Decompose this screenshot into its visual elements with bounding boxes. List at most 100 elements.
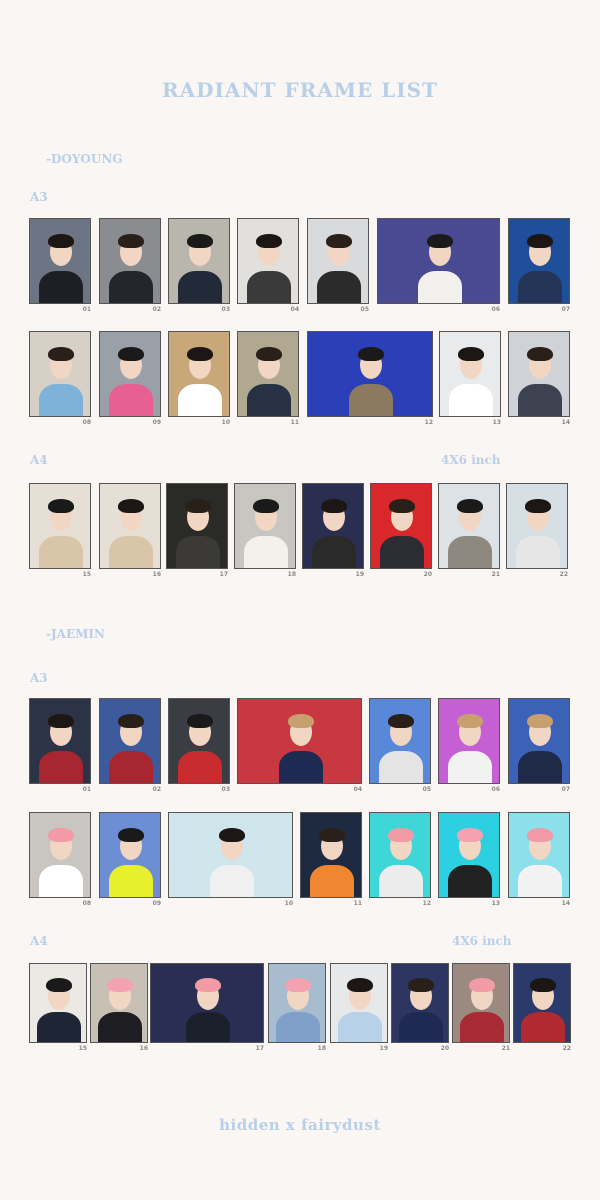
photo-figure-hair [426,233,453,248]
size-label-4x6-doyoung: 4X6 inch [441,453,501,467]
photo-number-label: 14 [561,419,570,426]
photo-figure-body [109,383,153,416]
photo-doyoung-19 [302,483,364,569]
photo-figure-hair [256,233,282,248]
photo-number-label: 22 [559,571,568,578]
photo-figure-hair [358,346,384,361]
photo-number-label: 11 [290,419,299,426]
photo-figure-hair [187,233,213,248]
photo-number-label: 09 [152,900,161,907]
photo-number-label: 06 [491,306,500,313]
photo-figure-body [449,383,493,416]
photo-figure-hair [187,713,213,728]
photo-figure-hair [457,713,483,728]
photo-figure-hair [388,827,414,842]
photo-figure-body [39,270,83,303]
photo-doyoung-03 [168,218,230,304]
photo-figure-body [460,1012,504,1042]
size-label-a4-doyoung: A4 [30,453,48,467]
photo-figure-hair [48,233,74,248]
photo-doyoung-20 [370,483,432,569]
photo-number-label: 12 [422,900,431,907]
photo-number-label: 19 [379,1045,388,1052]
photo-figure-hair [48,827,74,842]
photo-jaemin-01 [29,698,91,784]
photo-number-label: 14 [561,900,570,907]
photo-jaemin-05 [369,698,431,784]
photo-figure-body [37,1012,81,1042]
photo-figure-hair [187,346,213,361]
photo-doyoung-01 [29,218,91,304]
photo-jaemin-04 [237,698,362,784]
photo-doyoung-21 [438,483,500,569]
photo-jaemin-06 [438,698,500,784]
photo-number-label: 22 [562,1045,571,1052]
size-label-4x6-jaemin: 4X6 inch [452,934,512,948]
photo-figure-body [448,750,492,783]
photo-number-label: 21 [501,1045,510,1052]
photo-number-label: 05 [360,306,369,313]
photo-figure-hair [118,233,144,248]
size-label-a3-jaemin: A3 [30,671,48,685]
photo-figure-hair [48,346,74,361]
photo-doyoung-14 [508,331,570,417]
photo-number-label: 08 [82,900,91,907]
photo-number-label: 20 [440,1045,449,1052]
photo-jaemin-12 [369,812,431,898]
photo-number-label: 13 [492,419,501,426]
photo-figure-body [39,383,83,416]
photo-doyoung-07 [508,218,570,304]
photo-doyoung-11 [237,331,299,417]
photo-number-label: 16 [139,1045,148,1052]
photo-figure-hair [118,713,144,728]
photo-jaemin-16 [90,963,148,1043]
photo-jaemin-18 [268,963,326,1043]
photo-figure-hair [118,827,144,842]
photo-figure-hair [321,498,347,513]
photo-doyoung-04 [237,218,299,304]
photo-figure-body [109,270,153,303]
photo-figure-hair [326,233,352,248]
photo-jaemin-03 [168,698,230,784]
photo-number-label: 07 [561,786,570,793]
photo-figure-hair [118,498,144,513]
photo-number-label: 04 [353,786,362,793]
photo-number-label: 11 [353,900,362,907]
photo-number-label: 02 [152,306,161,313]
photo-number-label: 08 [82,419,91,426]
photo-figure-hair [388,713,414,728]
photo-figure-body [178,750,222,783]
photo-doyoung-15 [29,483,91,569]
photo-figure-body [310,864,354,897]
photo-number-label: 02 [152,786,161,793]
photo-number-label: 09 [152,419,161,426]
photo-figure-body [109,750,153,783]
photo-figure-hair [525,498,551,513]
photo-number-label: 15 [78,1045,87,1052]
photo-figure-hair [347,977,373,992]
photo-figure-body [39,864,83,897]
photo-figure-hair [389,498,415,513]
size-label-a3-doyoung: A3 [30,190,48,204]
photo-figure-hair [527,233,553,248]
photo-figure-hair [48,498,74,513]
photo-figure-hair [48,713,74,728]
photo-number-label: 17 [255,1045,264,1052]
photo-jaemin-20 [391,963,449,1043]
photo-figure-hair [195,977,221,992]
photo-figure-body [317,270,361,303]
photo-number-label: 21 [491,571,500,578]
photo-number-label: 17 [219,571,228,578]
photo-number-label: 01 [82,786,91,793]
photo-number-label: 20 [423,571,432,578]
photo-figure-hair [527,827,553,842]
member-heading-jaemin: -JAEMIN [46,627,105,641]
photo-number-label: 10 [284,900,293,907]
photo-figure-hair [256,346,282,361]
photo-figure-hair [457,827,483,842]
photo-figure-body [98,1012,142,1042]
photo-figure-body [109,864,153,897]
photo-figure-body [39,535,83,568]
photo-jaemin-14 [508,812,570,898]
photo-figure-body [186,1012,230,1042]
